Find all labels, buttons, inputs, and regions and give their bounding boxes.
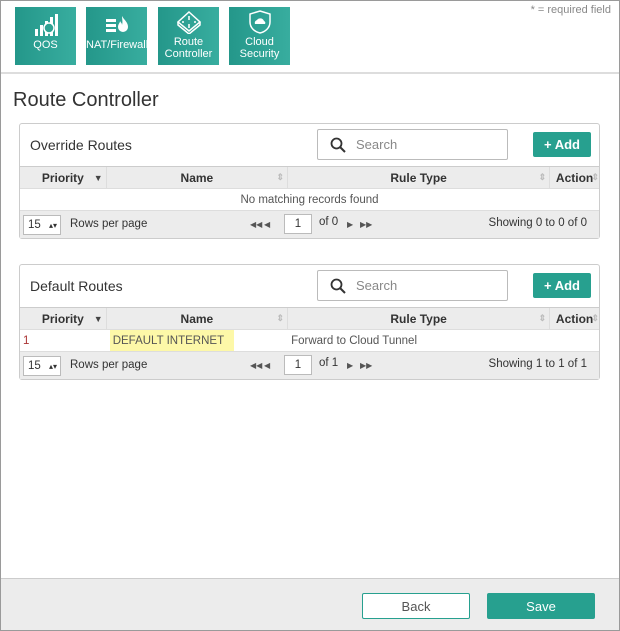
panel-title: Override Routes <box>30 137 132 153</box>
tile-qos[interactable]: QOS <box>15 7 76 65</box>
first-page-icon[interactable]: ◀◀ <box>250 220 262 229</box>
tile-label: NAT/Firewall <box>86 39 147 51</box>
rows-per-page-label: Rows per page <box>70 218 148 230</box>
stepper-icon: ▴▾ <box>48 361 57 371</box>
column-label: Action <box>555 170 594 185</box>
last-page-icon[interactable]: ▶▶ <box>360 220 372 229</box>
override-add-button[interactable]: + Add <box>533 132 591 157</box>
divider <box>1 72 619 74</box>
column-priority[interactable]: Priority ▼ <box>20 308 107 329</box>
column-name[interactable]: Name ⇕ <box>107 308 289 329</box>
override-search[interactable] <box>317 129 508 160</box>
cell-name: DEFAULT INTERNET <box>109 330 235 351</box>
search-icon <box>330 137 346 153</box>
next-page-icon[interactable]: ▶ <box>347 361 353 370</box>
default-add-button[interactable]: + Add <box>533 273 591 298</box>
cell-priority: 1 <box>23 334 30 347</box>
cloud-shield-icon <box>248 10 271 34</box>
tile-label: Cloud Security <box>239 36 280 60</box>
cell-rule-type: Forward to Cloud Tunnel <box>291 334 418 347</box>
tile-label: QOS <box>33 39 58 51</box>
page-title: Route Controller <box>13 89 159 111</box>
sort-icon: ⇕ <box>538 313 547 323</box>
rows-per-page-select[interactable]: 15 ▴▾ <box>23 356 61 376</box>
sort-desc-icon: ▼ <box>93 172 103 183</box>
column-rule-type[interactable]: Rule Type ⇕ <box>288 167 551 188</box>
table-row[interactable]: 1 DEFAULT INTERNET Forward to Cloud Tunn… <box>20 330 599 351</box>
next-page-icon[interactable]: ▶ <box>347 220 353 229</box>
signal-bars-icon <box>34 14 58 36</box>
tile-nat-firewall[interactable]: NAT/Firewall <box>86 7 147 65</box>
page-count: of 0 <box>319 216 339 228</box>
router-icon <box>176 10 201 34</box>
prev-page-icon[interactable]: ◀ <box>264 361 270 370</box>
rows-value: 15 <box>28 219 41 231</box>
tile-cloud-security[interactable]: Cloud Security <box>229 7 290 65</box>
empty-message: No matching records found <box>240 193 379 206</box>
default-search[interactable] <box>317 270 508 301</box>
rows-value: 15 <box>28 360 41 372</box>
page-input[interactable]: 1 <box>284 355 312 375</box>
panel-title: Default Routes <box>30 278 123 294</box>
first-page-icon[interactable]: ◀◀ <box>250 361 262 370</box>
last-page-icon[interactable]: ▶▶ <box>360 361 372 370</box>
column-rule-type[interactable]: Rule Type ⇕ <box>288 308 551 329</box>
page-count: of 1 <box>319 357 339 369</box>
table-header: Priority ▼ Name ⇕ Rule Type ⇕ Action ⇕ <box>20 166 599 189</box>
column-label: Rule Type <box>390 170 447 185</box>
column-label: Priority <box>41 170 84 185</box>
column-priority[interactable]: Priority ▼ <box>20 167 107 188</box>
back-button[interactable]: Back <box>362 593 470 619</box>
sort-icon: ⇕ <box>538 172 547 182</box>
column-label: Priority <box>41 311 84 326</box>
required-field-note: * = required field <box>530 4 611 16</box>
pagination: 15 ▴▾ Rows per page ◀◀ ◀ 1 of 0 ▶ ▶▶ Show… <box>20 210 599 238</box>
cell-action <box>550 330 599 351</box>
showing-count: Showing 1 to 1 of 1 <box>488 358 587 370</box>
column-label: Rule Type <box>390 311 447 326</box>
column-action[interactable]: Action ⇕ <box>550 308 599 329</box>
default-search-input[interactable] <box>356 278 486 293</box>
page-input[interactable]: 1 <box>284 214 312 234</box>
search-icon <box>330 278 346 294</box>
prev-page-icon[interactable]: ◀ <box>264 220 270 229</box>
sort-icon: ⇕ <box>591 172 599 182</box>
column-label: Name <box>180 170 214 185</box>
tile-route-controller[interactable]: Route Controller <box>158 7 219 65</box>
table-header: Priority ▼ Name ⇕ Rule Type ⇕ Action ⇕ <box>20 307 599 330</box>
footer-bar: Back Save <box>1 578 619 630</box>
showing-count: Showing 0 to 0 of 0 <box>488 217 587 229</box>
save-button[interactable]: Save <box>487 593 595 619</box>
tile-label: Route Controller <box>164 36 213 60</box>
sort-icon: ⇕ <box>276 313 285 323</box>
column-name[interactable]: Name ⇕ <box>107 167 289 188</box>
column-label: Name <box>180 311 214 326</box>
override-search-input[interactable] <box>356 137 486 152</box>
sort-icon: ⇕ <box>591 313 599 323</box>
default-routes-panel: Default Routes + Add Priority ▼ Name ⇕ Rul… <box>19 264 600 380</box>
override-routes-panel: Override Routes + Add Priority ▼ Name ⇕ Ru… <box>19 123 600 239</box>
rows-per-page-select[interactable]: 15 ▴▾ <box>23 215 61 235</box>
column-action[interactable]: Action ⇕ <box>550 167 599 188</box>
rows-per-page-label: Rows per page <box>70 359 148 371</box>
column-label: Action <box>555 311 594 326</box>
sort-icon: ⇕ <box>276 172 285 182</box>
sort-desc-icon: ▼ <box>93 313 103 324</box>
pagination: 15 ▴▾ Rows per page ◀◀ ◀ 1 of 1 ▶ ▶▶ Show… <box>20 351 599 379</box>
stepper-icon: ▴▾ <box>48 220 57 230</box>
firewall-icon <box>105 16 128 32</box>
